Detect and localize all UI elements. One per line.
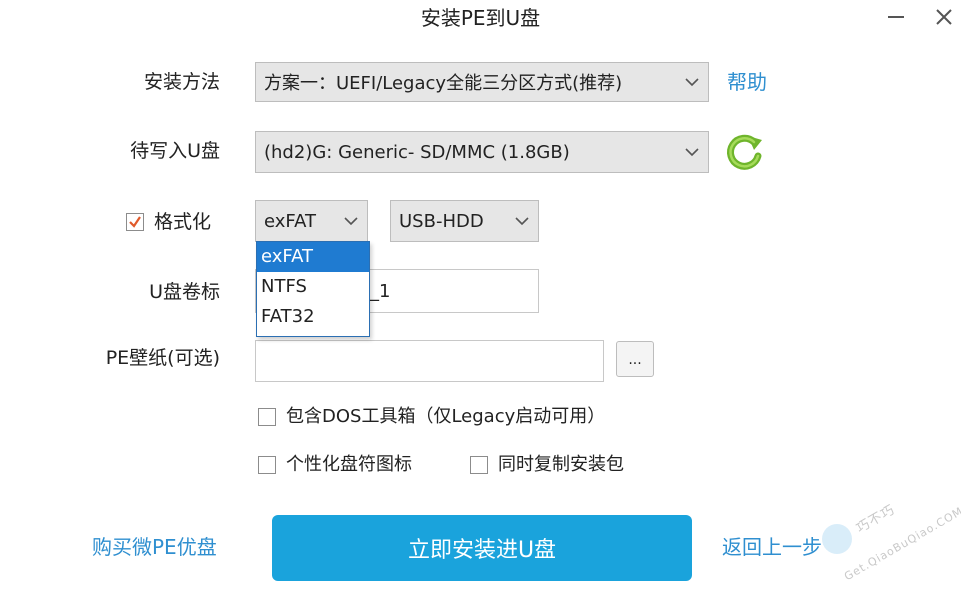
- filesystem-option[interactable]: NTFS: [257, 272, 369, 302]
- copy-package-checkbox[interactable]: [470, 456, 488, 474]
- install-method-label: 安装方法: [143, 71, 220, 93]
- target-disk-select[interactable]: (hd2)G: Generic- SD/MMC (1.8GB): [255, 131, 709, 173]
- buy-pe-link[interactable]: 购买微PE优盘: [92, 531, 217, 563]
- filesystem-value: exFAT: [264, 210, 317, 232]
- install-method-value: 方案一：UEFI/Legacy全能三分区方式(推荐): [264, 73, 623, 94]
- watermark-logo: [822, 524, 852, 554]
- custom-icon-checkbox[interactable]: [258, 456, 276, 474]
- install-method-select[interactable]: 方案一：UEFI/Legacy全能三分区方式(推荐): [255, 62, 709, 102]
- filesystem-dropdown: exFAT NTFS FAT32: [256, 241, 370, 337]
- filesystem-select[interactable]: exFAT: [255, 200, 368, 242]
- minimize-button[interactable]: [878, 2, 914, 32]
- help-link[interactable]: 帮助: [727, 66, 767, 98]
- target-disk-label: 待写入U盘: [130, 140, 220, 162]
- close-button[interactable]: [926, 2, 961, 32]
- chevron-down-icon: [343, 213, 359, 229]
- wallpaper-label: PE壁纸(可选): [105, 347, 220, 369]
- refresh-button[interactable]: [724, 132, 766, 174]
- volume-label-value: _1: [370, 280, 391, 302]
- boot-mode-value: USB-HDD: [399, 210, 484, 232]
- close-icon: [936, 9, 952, 25]
- watermark-text: 巧不巧: [854, 502, 898, 537]
- back-link[interactable]: 返回上一步: [722, 531, 822, 563]
- boot-mode-select[interactable]: USB-HDD: [390, 200, 539, 242]
- target-disk-value: (hd2)G: Generic- SD/MMC (1.8GB): [264, 141, 570, 163]
- dos-tools-checkbox[interactable]: [258, 408, 276, 426]
- check-icon: [129, 216, 141, 228]
- custom-icon-label: 个性化盘符图标: [286, 454, 412, 475]
- volume-label-label: U盘卷标: [149, 281, 220, 303]
- refresh-icon: [727, 134, 762, 170]
- format-label: 格式化: [154, 211, 212, 233]
- chevron-down-icon: [514, 213, 530, 229]
- minimize-icon: [888, 16, 904, 18]
- dos-tools-label: 包含DOS工具箱（仅Legacy启动可用）: [286, 406, 606, 427]
- browse-button[interactable]: ...: [616, 341, 654, 377]
- filesystem-option[interactable]: FAT32: [257, 302, 369, 332]
- install-to-usb-button[interactable]: 立即安装进U盘: [272, 515, 692, 581]
- chevron-down-icon: [684, 144, 700, 160]
- copy-package-label: 同时复制安装包: [498, 454, 624, 475]
- filesystem-option[interactable]: exFAT: [257, 242, 369, 272]
- window-title: 安装PE到U盘: [420, 6, 541, 30]
- wallpaper-input[interactable]: [255, 340, 604, 382]
- chevron-down-icon: [684, 74, 700, 90]
- format-checkbox[interactable]: [126, 213, 144, 231]
